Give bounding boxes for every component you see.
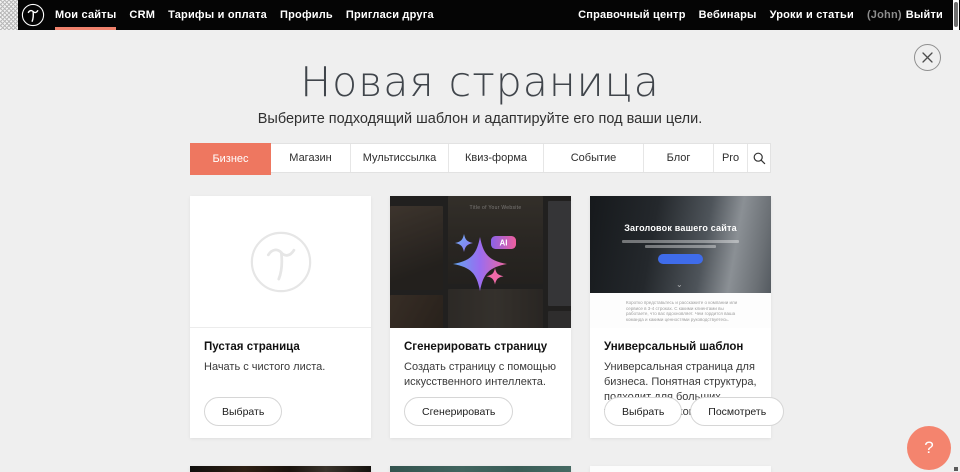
template-category-tabs: Бизнес Магазин Мультиссылка Квиз-форма С… (190, 143, 771, 173)
card-body: Сгенерировать страницу Создать страницу … (390, 328, 571, 438)
card-title: Сгенерировать страницу (404, 341, 557, 353)
card-description: Начать с чистого листа. (204, 360, 357, 375)
corner-texture (0, 0, 18, 30)
user-name: (John) (867, 9, 902, 21)
template-card-partial[interactable] (390, 466, 571, 472)
scrollbar-thumb[interactable] (954, 2, 958, 27)
generate-button[interactable]: Сгенерировать (404, 397, 513, 426)
preview-template-button[interactable]: Посмотреть (690, 397, 784, 426)
nav-tariffs[interactable]: Тарифы и оплата (168, 0, 267, 30)
topbar: Мои сайты CRM Тарифы и оплата Профиль Пр… (0, 0, 960, 30)
tab-business[interactable]: Бизнес (190, 143, 271, 175)
chevron-down-icon: ⌄ (676, 280, 683, 289)
template-hero-thumbnail: Заголовок вашего сайта ⌄ (590, 196, 771, 293)
template-card-blank-page[interactable]: Пустая страница Начать с чистого листа. … (190, 196, 371, 438)
page-title: Новая страница (0, 58, 960, 106)
tab-event[interactable]: Событие (544, 144, 644, 172)
help-button[interactable]: ? (907, 426, 951, 470)
template-hero-button (658, 254, 703, 264)
tab-multilink[interactable]: Мультиссылка (351, 144, 449, 172)
card-title: Пустая страница (204, 341, 357, 353)
universal-template-preview: Заголовок вашего сайта ⌄ Коротко предста… (590, 196, 771, 328)
choose-blank-button[interactable]: Выбрать (204, 397, 282, 426)
tab-quiz-form[interactable]: Квиз-форма (449, 144, 544, 172)
ai-sparkle-icon: AI (390, 196, 571, 328)
card-body: Пустая страница Начать с чистого листа. … (190, 328, 371, 438)
choose-template-button[interactable]: Выбрать (604, 397, 682, 426)
card-title: Универсальный шаблон (604, 341, 757, 353)
template-search-button[interactable] (748, 144, 770, 172)
template-body-text: Коротко представьтесь и расскажите о ком… (626, 300, 743, 322)
nav-my-sites[interactable]: Мои сайты (55, 0, 116, 30)
ai-preview: Title of Your Website (390, 196, 571, 328)
tab-blog[interactable]: Блог (644, 144, 714, 172)
card-description: Создать страницу с помощью искусственног… (404, 360, 557, 390)
svg-text:AI: AI (500, 239, 508, 248)
template-body-thumbnail: Коротко представьтесь и расскажите о ком… (590, 293, 771, 328)
tab-pro[interactable]: Pro (714, 144, 748, 172)
template-card-ai-generate[interactable]: Title of Your Website (390, 196, 571, 438)
secondary-nav: Справочный центр Вебинары Уроки и статьи… (578, 0, 943, 30)
search-icon (753, 152, 766, 165)
nav-crm[interactable]: CRM (129, 0, 155, 30)
nav-help-center[interactable]: Справочный центр (578, 0, 686, 30)
ai-badge: AI (491, 236, 516, 249)
main-nav: Мои сайты CRM Тарифы и оплата Профиль Пр… (55, 0, 434, 30)
nav-lessons[interactable]: Уроки и статьи (770, 0, 854, 30)
template-card-partial[interactable] (190, 466, 371, 472)
nav-invite-friend[interactable]: Пригласи друга (346, 0, 434, 30)
template-hero-title: Заголовок вашего сайта (590, 223, 771, 233)
template-hero-subtext-line (645, 245, 716, 248)
tab-shop[interactable]: Магазин (271, 144, 351, 172)
template-hero-subtext-line (622, 240, 739, 243)
tilda-logo-watermark-icon (248, 229, 314, 295)
tilda-logo-icon[interactable] (21, 3, 45, 27)
card-body: Универсальный шаблон Универсальная стран… (590, 328, 771, 438)
logout-link[interactable]: (John) Выйти (867, 0, 943, 30)
template-card-partial[interactable] (590, 466, 771, 472)
logout-label: Выйти (906, 9, 943, 21)
template-card-universal[interactable]: Заголовок вашего сайта ⌄ Коротко предста… (590, 196, 771, 438)
nav-webinars[interactable]: Вебинары (699, 0, 757, 30)
page-subtitle: Выберите подходящий шаблон и адаптируйте… (0, 111, 960, 127)
nav-profile[interactable]: Профиль (280, 0, 333, 30)
blank-page-preview (190, 196, 371, 328)
scrollbar-bottom-arrow[interactable] (954, 467, 958, 471)
